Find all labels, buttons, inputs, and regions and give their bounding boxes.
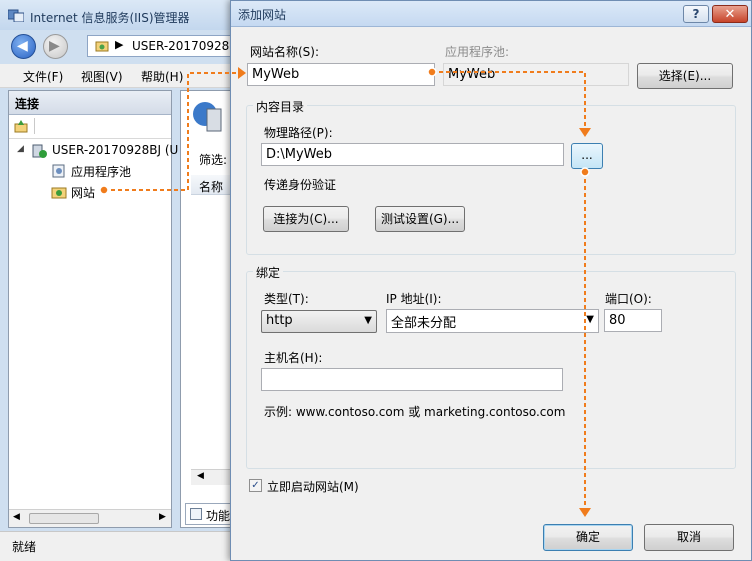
start-now-label[interactable]: 立即启动网站(M) — [267, 478, 359, 495]
status-text: 就绪 — [12, 540, 37, 554]
forward-button[interactable]: ▶ — [43, 34, 68, 59]
passthrough-auth-label: 传递身份验证 — [264, 178, 337, 192]
site-name-label: 网站名称(S): — [250, 45, 320, 59]
browse-button[interactable]: ... — [571, 143, 603, 169]
toolbar-divider — [34, 118, 35, 134]
site-name-input[interactable] — [247, 63, 435, 86]
start-now-checkbox[interactable]: ✓ — [249, 479, 262, 492]
chevron-down-icon: ▼ — [364, 315, 372, 326]
scroll-right-icon[interactable]: ▶ — [159, 512, 166, 522]
scroll-thumb[interactable] — [29, 513, 99, 524]
tree-item-sites[interactable]: 网站 — [71, 184, 95, 201]
binding-title: 绑定 — [253, 264, 284, 281]
arrow-right-icon: ▶ — [49, 38, 60, 54]
type-value: http — [266, 313, 293, 328]
chevron-down-icon[interactable]: ▼ — [586, 314, 594, 325]
iis-logo-icon — [8, 9, 24, 22]
physical-path-label: 物理路径(P): — [264, 126, 333, 140]
folder-icon — [95, 41, 109, 52]
select-app-pool-button[interactable]: 选择(E)... — [637, 63, 733, 89]
menu-bar: 文件(F) 视图(V) 帮助(H) — [0, 64, 240, 88]
connect-icon[interactable] — [14, 119, 28, 133]
menu-file[interactable]: 文件(F) — [23, 68, 63, 85]
ip-address-combo[interactable]: 全部未分配 ▼ — [386, 309, 599, 333]
test-settings-button[interactable]: 测试设置(G)... — [375, 206, 465, 232]
app-pool-icon — [52, 164, 65, 178]
ok-button[interactable]: 确定 — [543, 524, 633, 551]
physical-path-input[interactable] — [261, 143, 564, 166]
menu-view[interactable]: 视图(V) — [81, 68, 123, 85]
type-label: 类型(T): — [264, 292, 309, 306]
ip-address-label: IP 地址(I): — [386, 292, 442, 306]
connect-as-button[interactable]: 连接为(C)... — [263, 206, 349, 232]
hostname-example-text: 示例: www.contoso.com 或 marketing.contoso.… — [264, 405, 566, 419]
address-text: USER-20170928B — [132, 39, 238, 53]
app-pool-field — [443, 63, 629, 86]
connections-header: 连接 — [9, 91, 171, 115]
server-icon — [32, 144, 47, 158]
hostname-label: 主机名(H): — [264, 351, 323, 365]
column-name-label: 名称 — [199, 180, 224, 194]
help-button[interactable]: ? — [683, 5, 709, 23]
scroll-left-icon[interactable]: ◀ — [13, 512, 20, 522]
iis-title-bar: Internet 信息服务(IIS)管理器 — [0, 0, 240, 30]
dialog-title-bar: 添加网站 ? ✕ — [231, 1, 751, 27]
binding-group: 绑定 类型(T): http ▼ IP 地址(I): 全部未分配 ▼ 端口(O)… — [246, 264, 736, 469]
close-button[interactable]: ✕ — [712, 5, 748, 23]
content-directory-title: 内容目录 — [253, 98, 308, 115]
add-website-dialog: 添加网站 ? ✕ 网站名称(S): 应用程序池: 选择(E)... 内容目录 物… — [230, 0, 752, 561]
breadcrumb-chevron-icon: ▶ — [115, 38, 124, 51]
filter-label: 筛选: — [199, 153, 228, 167]
features-tab-label: 功能 — [206, 509, 231, 523]
connections-title: 连接 — [15, 97, 40, 111]
port-input[interactable] — [604, 309, 662, 332]
back-button[interactable]: ◀ — [11, 34, 36, 59]
features-view-icon — [190, 508, 202, 520]
connections-pane: 连接 ◢ USER-20170928BJ (U 应用程序池 网站 ◀ ▶ — [8, 90, 178, 528]
hostname-input[interactable] — [261, 368, 563, 391]
sites-large-icon — [193, 102, 222, 132]
cancel-button[interactable]: 取消 — [644, 524, 734, 551]
content-directory-group: 内容目录 物理路径(P): ... 传递身份验证 连接为(C)... 测试设置(… — [246, 98, 736, 255]
menu-help[interactable]: 帮助(H) — [141, 68, 183, 85]
sites-folder-icon — [51, 187, 67, 199]
connections-tree: ◢ USER-20170928BJ (U 应用程序池 网站 — [9, 139, 178, 509]
scroll-left-icon[interactable]: ◀ — [197, 471, 204, 481]
ip-address-value: 全部未分配 — [391, 316, 457, 331]
type-select[interactable]: http ▼ — [261, 310, 377, 333]
tree-item-server[interactable]: USER-20170928BJ (U — [52, 143, 178, 157]
iis-window-title: Internet 信息服务(IIS)管理器 — [30, 11, 190, 25]
port-label: 端口(O): — [605, 292, 652, 306]
status-bar: 就绪 — [0, 531, 240, 561]
address-bar[interactable]: ▶ USER-20170928B — [87, 35, 247, 57]
arrow-left-icon: ◀ — [17, 38, 28, 54]
connections-scrollbar[interactable]: ◀ ▶ — [9, 509, 171, 527]
connections-toolbar — [9, 115, 171, 139]
tree-item-app-pools[interactable]: 应用程序池 — [71, 163, 131, 180]
tree-expand-icon[interactable]: ◢ — [17, 144, 24, 154]
app-pool-label: 应用程序池: — [445, 45, 510, 59]
dialog-title: 添加网站 — [238, 8, 287, 22]
